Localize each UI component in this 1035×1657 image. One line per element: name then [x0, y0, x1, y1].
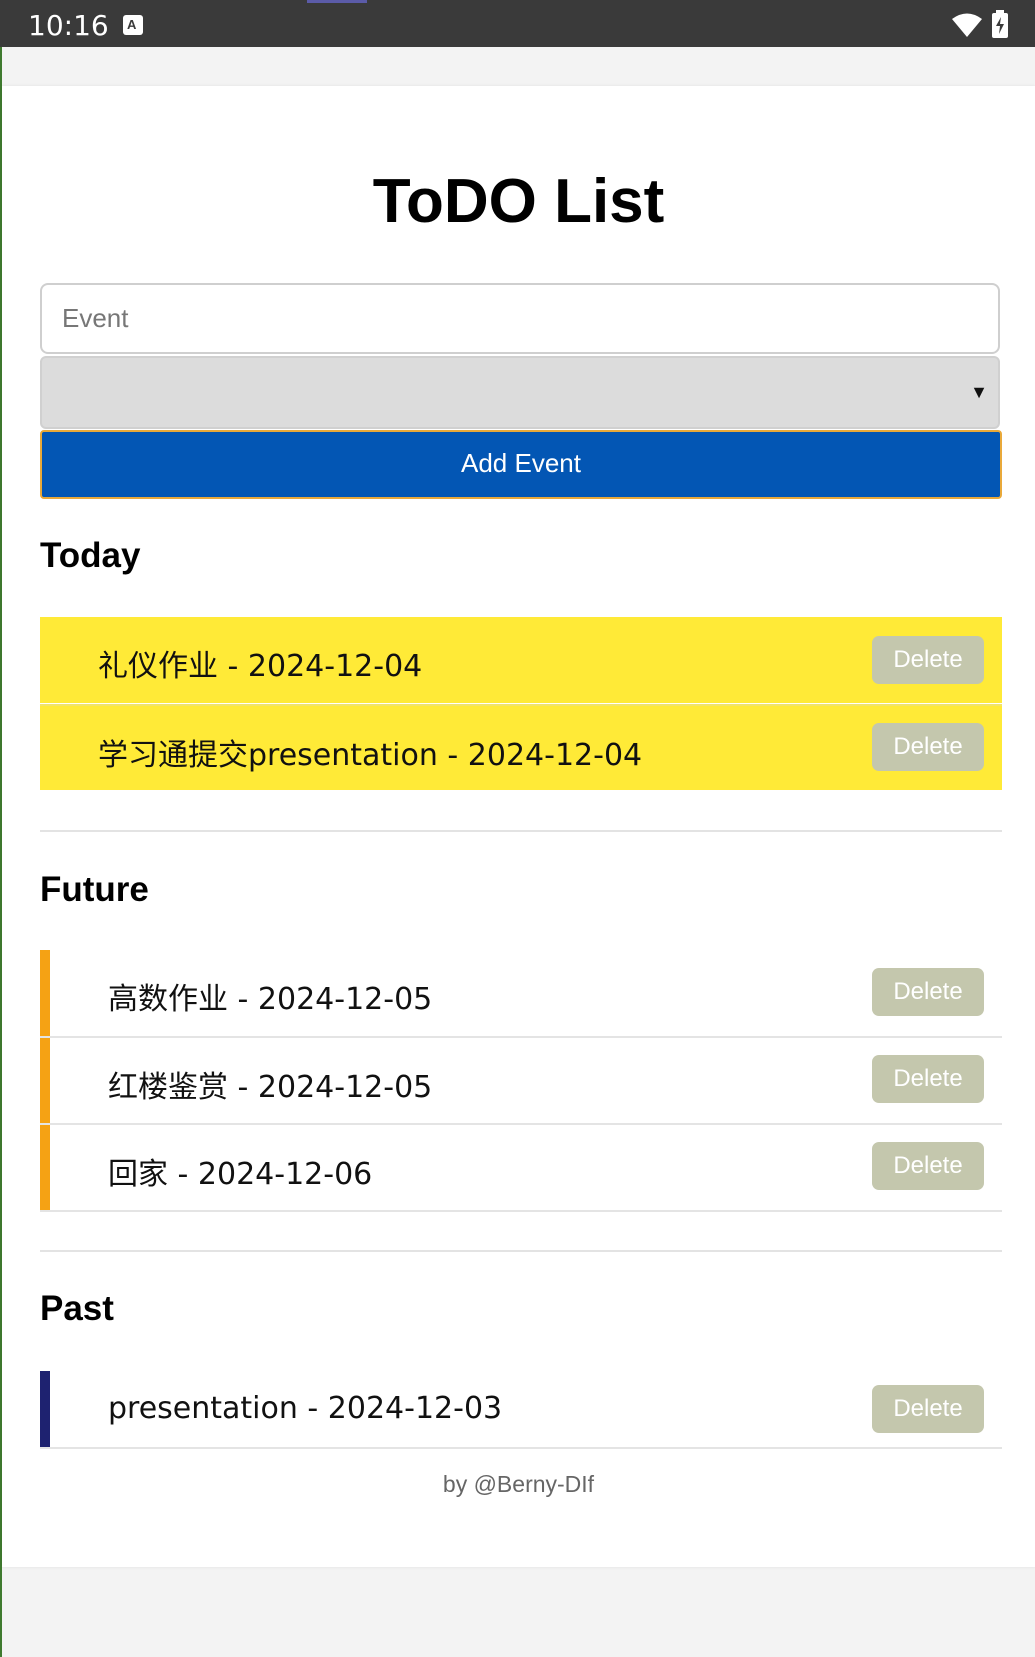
- battery-charging-icon: [992, 10, 1008, 38]
- divider: [40, 830, 1002, 832]
- footer-credit: by @Berny-DIf: [442, 1471, 595, 1497]
- list-item: 红楼鉴赏 - 2024-12-05 Delete: [40, 1038, 1002, 1125]
- delete-button[interactable]: Delete: [872, 1055, 984, 1103]
- page-title: ToDO List: [372, 167, 665, 236]
- section-heading-today: Today: [40, 536, 141, 575]
- keyboard-a-icon: A: [123, 15, 143, 35]
- list-item-text: 礼仪作业 - 2024-12-04: [98, 649, 423, 684]
- delete-button[interactable]: Delete: [872, 1142, 984, 1190]
- list-item-text: presentation - 2024-12-03: [108, 1391, 503, 1426]
- list-item: 礼仪作业 - 2024-12-04 Delete: [40, 617, 1002, 703]
- date-select[interactable]: ▼: [40, 356, 1000, 429]
- delete-button[interactable]: Delete: [872, 968, 984, 1016]
- list-item: 高数作业 - 2024-12-05 Delete: [40, 950, 1002, 1038]
- list-item-text: 学习通提交presentation - 2024-12-04: [98, 738, 643, 773]
- delete-button[interactable]: Delete: [872, 1385, 984, 1433]
- future-accent-bar: [40, 950, 50, 1036]
- list-item: presentation - 2024-12-03 Delete: [40, 1371, 1002, 1449]
- event-input[interactable]: [40, 283, 1000, 354]
- list-item-text: 回家 - 2024-12-06: [108, 1157, 373, 1192]
- section-heading-past: Past: [40, 1289, 114, 1328]
- list-item-text: 红楼鉴赏 - 2024-12-05: [108, 1070, 433, 1105]
- divider: [40, 1250, 1002, 1252]
- list-item-text: 高数作业 - 2024-12-05: [108, 982, 433, 1017]
- section-heading-future: Future: [40, 870, 149, 909]
- future-accent-bar: [40, 1038, 50, 1123]
- top-spacer: [2, 47, 1035, 86]
- camera-notch: [307, 0, 367, 3]
- status-time: 10:16: [28, 9, 109, 42]
- past-accent-bar: [40, 1371, 50, 1447]
- todo-app: ToDO List ▼ Add Event Today 礼仪作业 - 2024-…: [2, 86, 1035, 1567]
- dropdown-caret-icon: ▼: [970, 382, 988, 402]
- delete-button[interactable]: Delete: [872, 723, 984, 771]
- future-accent-bar: [40, 1125, 50, 1210]
- list-item: 回家 - 2024-12-06 Delete: [40, 1125, 1002, 1212]
- keyboard-a-letter: A: [127, 17, 137, 32]
- wifi-icon: [952, 13, 982, 37]
- delete-button[interactable]: Delete: [872, 636, 984, 684]
- list-item: 学习通提交presentation - 2024-12-04 Delete: [40, 704, 1002, 790]
- add-event-button[interactable]: Add Event: [40, 430, 1002, 499]
- status-bar: 10:16 A: [0, 0, 1035, 47]
